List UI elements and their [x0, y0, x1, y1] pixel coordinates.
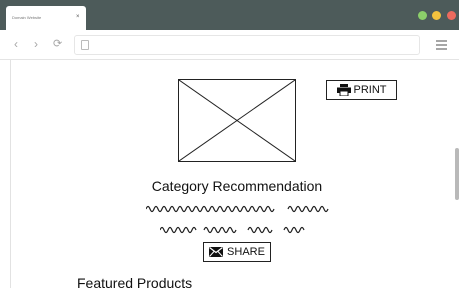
back-button[interactable]: ‹ [14, 37, 18, 51]
address-bar[interactable] [74, 35, 420, 55]
print-button[interactable]: PRINT [326, 80, 397, 100]
browser-titlebar: Domain Website × [0, 0, 459, 30]
hamburger-menu-icon[interactable] [436, 40, 447, 50]
printer-icon [336, 84, 351, 96]
category-title: Category Recommendation [151, 178, 323, 194]
tab-title: Domain Website [12, 15, 42, 20]
forward-button[interactable]: › [34, 37, 38, 51]
reload-button[interactable]: ⟳ [53, 37, 62, 51]
page-icon [81, 40, 89, 50]
print-label: PRINT [353, 84, 387, 96]
image-placeholder-icon [178, 79, 296, 162]
tab-close-button[interactable]: × [76, 13, 80, 21]
browser-tab[interactable]: Domain Website × [6, 6, 86, 30]
browser-toolbar: ‹ › ⟳ [0, 30, 459, 60]
scrollbar-thumb[interactable] [455, 148, 459, 200]
window-close-button[interactable] [447, 11, 456, 20]
placeholder-text-line [160, 226, 305, 234]
share-button[interactable]: SHARE [203, 242, 271, 262]
window-maximize-button[interactable] [418, 11, 427, 20]
envelope-icon [209, 247, 224, 257]
placeholder-text-line [146, 205, 329, 213]
featured-products-title: Featured Products [77, 275, 193, 288]
share-label: SHARE [227, 246, 265, 258]
window-minimize-button[interactable] [432, 11, 441, 20]
